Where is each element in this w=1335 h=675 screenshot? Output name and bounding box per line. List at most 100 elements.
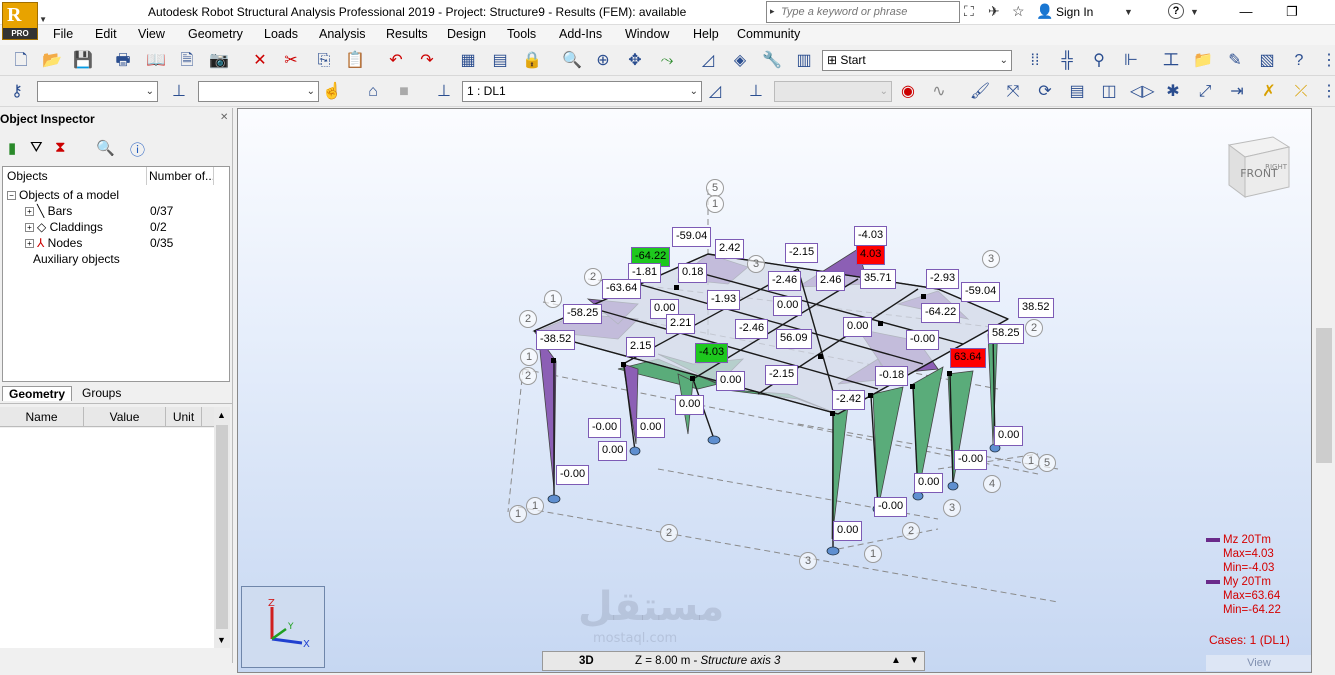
tree-root[interactable]: − Objects of a model <box>7 188 119 202</box>
chevron-down-icon[interactable]: ▼ <box>39 15 47 24</box>
node-select-icon[interactable]: ⚷ <box>6 81 28 103</box>
menu-file[interactable]: File <box>53 27 73 41</box>
folder-icon[interactable]: 📁 <box>1192 50 1214 72</box>
layout-combo[interactable]: ⊞ Start ⌄ <box>822 50 1012 71</box>
help-icon[interactable]: ? <box>1168 3 1184 19</box>
clear-filter-icon[interactable]: ⧗ <box>55 139 66 156</box>
close-icon[interactable]: ✕ <box>220 112 228 123</box>
trim-icon[interactable]: ✗ <box>1258 81 1280 103</box>
tab-geometry[interactable]: Geometry <box>2 386 73 401</box>
list-icon[interactable]: ▮ <box>8 139 16 157</box>
open-folder-icon[interactable]: 📂 <box>41 50 63 72</box>
tools-icon[interactable]: 🔧 <box>761 50 783 72</box>
symmetry-icon[interactable]: ◁▷ <box>1130 81 1155 103</box>
expand-icon[interactable]: + <box>25 207 34 217</box>
rotate-icon[interactable]: ⤳ <box>656 50 678 72</box>
help-icon[interactable]: ⓘ <box>130 139 145 160</box>
move-icon[interactable]: ⤧ <box>1002 81 1024 103</box>
load-case-combo[interactable]: 1 : DL1 ⌄ <box>462 81 702 102</box>
search-icon[interactable]: 🔍 <box>96 139 115 157</box>
offset-icon[interactable]: ▤ <box>1066 81 1088 103</box>
scroll-down-icon[interactable]: ▼ <box>217 635 226 645</box>
undo-icon[interactable]: ↶ <box>385 50 407 72</box>
menu-help[interactable]: Help <box>693 27 719 41</box>
collapse-icon[interactable]: − <box>7 191 16 201</box>
menu-edit[interactable]: Edit <box>95 27 117 41</box>
menu-tools[interactable]: Tools <box>507 27 536 41</box>
node-numbers-icon[interactable]: ⚲ <box>1088 50 1110 72</box>
chevron-down-icon[interactable]: ⌄ <box>690 82 698 101</box>
caret-right-icon[interactable]: ▸ <box>770 6 775 17</box>
grid-icon[interactable]: ⁞⁞ <box>1024 50 1046 72</box>
view-mode[interactable]: 3D <box>579 652 594 670</box>
redo-icon[interactable]: ↷ <box>416 50 438 72</box>
pan-icon[interactable]: ✥ <box>624 50 646 72</box>
save-icon[interactable]: 💾 <box>72 50 94 72</box>
calculation-icon[interactable]: ▤ <box>489 50 511 72</box>
zoom-icon[interactable]: 🔍 <box>561 50 583 72</box>
model-icon[interactable]: ◈ <box>729 50 751 72</box>
bar-select-icon[interactable]: ⊥ <box>168 81 190 103</box>
animation-icon[interactable]: ∿ <box>928 81 950 103</box>
star-icon[interactable]: ☆ <box>1012 3 1025 20</box>
axes-icon[interactable]: ╬ <box>1056 50 1078 72</box>
column-objects[interactable]: Objects <box>7 169 48 183</box>
cut-icon[interactable]: ✂ <box>280 50 302 72</box>
column-name[interactable]: Name <box>0 407 84 427</box>
menu-add-ins[interactable]: Add-Ins <box>559 27 602 41</box>
communication-icon[interactable]: ✈ <box>988 3 1000 20</box>
rotate-copy-icon[interactable]: ⟳ <box>1034 81 1056 103</box>
copy-icon[interactable]: ⎘ <box>313 50 335 72</box>
structure-view-icon[interactable]: ◿ <box>697 50 719 72</box>
properties-scrollbar[interactable]: ▲ ▼ <box>214 407 230 648</box>
library-icon[interactable]: ▧ <box>1256 50 1278 72</box>
section-icon[interactable]: 工 <box>1160 50 1182 72</box>
view-cube[interactable]: FRONT RIGHT <box>1223 131 1295 203</box>
chevron-down-icon[interactable]: ⌄ <box>1000 51 1008 70</box>
user-icon[interactable]: 👤 <box>1036 3 1053 20</box>
tree-item-auxiliary[interactable]: Auxiliary objects <box>33 252 120 266</box>
expand-icon[interactable]: + <box>25 223 34 233</box>
expand-icon[interactable]: + <box>25 239 34 249</box>
load-diagram-icon[interactable]: ◿ <box>704 81 726 103</box>
menu-analysis[interactable]: Analysis <box>319 27 366 41</box>
print-preview-icon[interactable]: 📖 <box>145 50 167 72</box>
app-logo[interactable]: R PRO ▼ <box>2 2 47 40</box>
tree-item-bars[interactable]: + ╲ Bars <box>25 204 72 218</box>
filter-icon[interactable]: ⛛ <box>30 139 43 156</box>
column-number[interactable]: Number of... <box>149 169 215 183</box>
column-divider[interactable] <box>213 167 214 185</box>
brush-icon[interactable]: 🖌 <box>969 81 991 103</box>
column-unit[interactable]: Unit <box>166 407 202 427</box>
delete-icon[interactable]: ✕ <box>249 50 271 72</box>
display-icon[interactable]: ◉ <box>897 81 919 103</box>
menu-geometry[interactable]: Geometry <box>188 27 243 41</box>
view-cube-right[interactable]: RIGHT <box>1265 163 1288 171</box>
edit-icon[interactable]: ✎ <box>1224 50 1246 72</box>
chevron-down-icon[interactable]: ▼ <box>1190 7 1199 17</box>
column-value[interactable]: Value <box>84 407 166 427</box>
report-icon[interactable]: 🗎 <box>176 50 198 72</box>
view-plane-icon[interactable]: ⌂ <box>362 81 384 103</box>
menu-design[interactable]: Design <box>447 27 486 41</box>
minimize-button[interactable]: — <box>1226 1 1266 23</box>
screen-capture-icon[interactable]: 📷 <box>208 50 230 72</box>
tree-item-claddings[interactable]: + ◇ Claddings <box>25 220 103 234</box>
divide-icon[interactable]: ⤫ <box>1290 81 1312 103</box>
chevron-down-icon[interactable]: ⌄ <box>307 82 315 101</box>
tree-item-nodes[interactable]: + ⅄ Nodes <box>25 236 82 250</box>
more-icon[interactable]: ⋮ <box>1318 50 1335 72</box>
search-input[interactable] <box>781 3 957 21</box>
lock-icon[interactable]: 🔒 <box>521 50 543 72</box>
chevron-down-icon[interactable]: ▼ <box>1124 7 1133 17</box>
zoom-window-icon[interactable]: ⊕ <box>592 50 614 72</box>
scroll-up-icon[interactable]: ▲ <box>217 410 226 420</box>
intersect-icon[interactable]: ✱ <box>1162 81 1184 103</box>
load-case-icon[interactable]: ⊥ <box>433 81 455 103</box>
arrow-down-icon[interactable]: ▼ <box>909 655 919 666</box>
extend-icon[interactable]: ⇥ <box>1226 81 1248 103</box>
menu-view[interactable]: View <box>138 27 165 41</box>
table-icon[interactable]: ▥ <box>793 50 815 72</box>
chevron-down-icon[interactable]: ⌄ <box>146 82 154 101</box>
bar-numbers-icon[interactable]: ⊩ <box>1120 50 1142 72</box>
